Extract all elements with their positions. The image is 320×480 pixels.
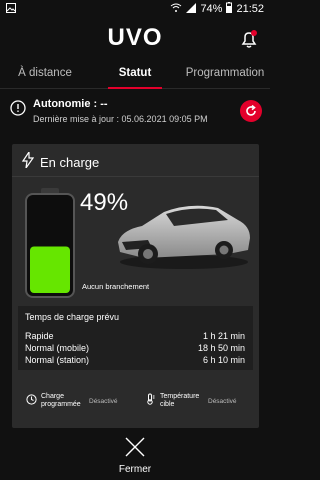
tab-status[interactable]: Statut <box>90 58 180 89</box>
charge-mode-duration: 18 h 50 min <box>197 343 245 353</box>
setting-value: Désactivé <box>208 397 237 405</box>
tab-bar: À distance Statut Programmation <box>0 58 270 89</box>
tab-remote[interactable]: À distance <box>0 58 90 88</box>
target-temperature-setting[interactable]: Température cible Désactivé <box>144 392 237 410</box>
wifi-icon <box>170 3 182 16</box>
refresh-icon <box>246 104 256 116</box>
uvo-logo: UVO <box>107 24 163 51</box>
charge-mode-label: Rapide <box>25 331 54 341</box>
charge-time-row: Normal (mobile) 18 h 50 min <box>25 342 245 354</box>
scheduled-charge-setting[interactable]: Charge programmée Désactivé <box>26 392 118 410</box>
close-icon <box>124 436 146 458</box>
thermometer-icon <box>144 392 156 410</box>
app-header: UVO <box>0 18 270 58</box>
car-image <box>112 190 254 272</box>
setting-name: Température cible <box>160 393 200 408</box>
tab-scheduling[interactable]: Programmation <box>180 58 270 88</box>
charge-status-title: En charge <box>40 155 100 170</box>
charge-mode-label: Normal (mobile) <box>25 343 90 353</box>
battery-percent: 74% <box>200 3 223 15</box>
charge-mode-label: Normal (station) <box>25 355 90 365</box>
refresh-button[interactable] <box>240 100 262 122</box>
close-button[interactable]: Fermer <box>0 432 270 480</box>
setting-name: Charge programmée <box>41 393 81 408</box>
status-bar: 74% 21:52 <box>0 0 270 18</box>
autonomy-section: Autonomie : -- Dernière mise à jour : 05… <box>0 92 270 134</box>
gallery-icon <box>6 2 16 16</box>
battery-fill <box>30 246 70 293</box>
charge-card: En charge 49% Aucun branchement Temps de… <box>12 144 259 428</box>
plug-status: Aucun branchement <box>82 282 150 291</box>
clock-icon <box>26 392 37 410</box>
divider <box>12 176 259 177</box>
info-icon <box>10 100 26 116</box>
last-update-text: Dernière mise à jour : 05.06.2021 09:05 … <box>33 114 208 124</box>
charge-mode-duration: 6 h 10 min <box>202 355 245 365</box>
charge-time-row: Rapide 1 h 21 min <box>25 330 245 342</box>
notification-bell-icon[interactable] <box>238 28 260 50</box>
charge-time-row: Normal (station) 6 h 10 min <box>25 354 245 366</box>
charge-card-header: En charge <box>21 150 100 173</box>
charge-time-panel: Temps de charge prévu Rapide 1 h 21 min … <box>18 306 253 370</box>
close-label: Fermer <box>118 464 152 475</box>
battery-gauge <box>24 188 76 298</box>
lightning-icon <box>21 150 35 173</box>
charge-settings: Charge programmée Désactivé Température … <box>18 380 253 420</box>
signal-icon <box>186 2 197 16</box>
charge-mode-duration: 1 h 21 min <box>202 331 245 341</box>
setting-value: Désactivé <box>89 397 118 405</box>
phone-battery-icon <box>226 2 233 16</box>
clock-time: 21:52 <box>236 3 264 15</box>
charge-time-title: Temps de charge prévu <box>25 312 120 322</box>
autonomy-label: Autonomie : -- <box>33 98 108 110</box>
